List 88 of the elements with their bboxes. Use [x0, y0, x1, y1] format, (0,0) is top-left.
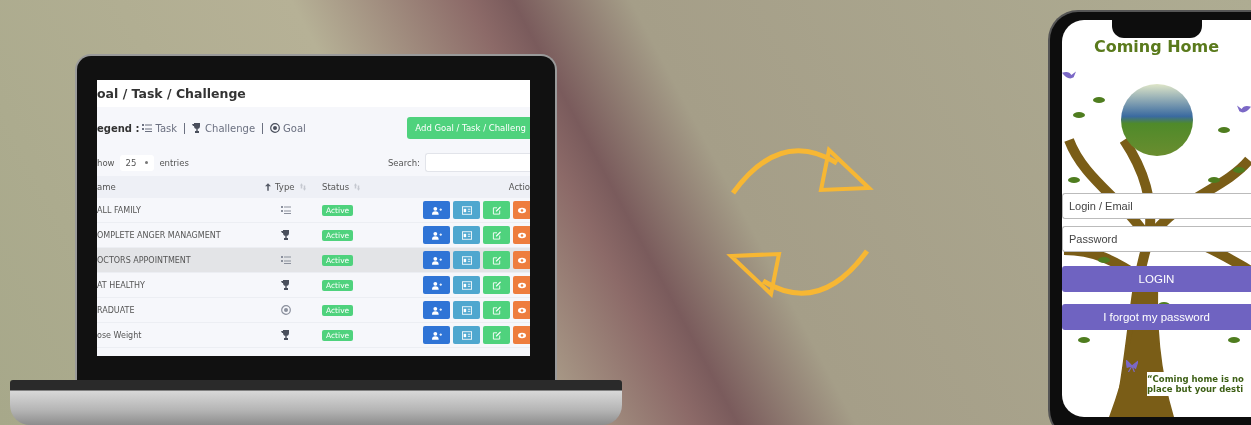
- column-header[interactable]: Type: [275, 182, 295, 192]
- trophy-icon: [281, 280, 291, 290]
- target-icon: [281, 305, 291, 315]
- edit-button[interactable]: [483, 201, 510, 219]
- table-cell: ose Weight: [97, 330, 142, 340]
- search-field[interactable]: [425, 153, 530, 172]
- edit-icon: [491, 305, 502, 315]
- butterfly-icon: [1126, 360, 1138, 372]
- list-icon: [281, 255, 291, 265]
- trophy-icon: [281, 230, 291, 240]
- id-card-icon: [461, 205, 472, 215]
- details-button[interactable]: [453, 301, 480, 319]
- legend-label: egend :: [97, 122, 140, 134]
- entries-label: entries: [159, 157, 189, 168]
- edit-icon: [491, 330, 502, 340]
- login-field[interactable]: Login / Email: [1062, 193, 1251, 219]
- id-card-icon: [461, 305, 472, 315]
- view-button[interactable]: [513, 251, 530, 269]
- table-cell: AT HEALTHY: [97, 280, 145, 290]
- id-card-icon: [461, 230, 472, 240]
- view-button[interactable]: [513, 301, 530, 319]
- id-card-icon: [461, 330, 472, 340]
- assign-button[interactable]: [423, 326, 450, 344]
- edit-icon: [491, 205, 502, 215]
- assign-button[interactable]: [423, 301, 450, 319]
- edit-icon: [491, 280, 502, 290]
- target-icon: [270, 123, 281, 133]
- list-icon: [142, 123, 153, 133]
- edit-icon: [491, 230, 502, 240]
- sort-icon[interactable]: [265, 183, 271, 191]
- eye-icon: [517, 280, 526, 290]
- page-title: oal / Task / Challenge: [97, 86, 246, 101]
- user-plus-icon: [431, 330, 442, 340]
- column-header[interactable]: ame: [97, 182, 116, 192]
- assign-button[interactable]: [423, 251, 450, 269]
- eye-icon: [517, 230, 526, 240]
- search-label: Search:: [387, 157, 420, 168]
- details-button[interactable]: [453, 226, 480, 244]
- password-field[interactable]: Password: [1062, 226, 1251, 252]
- eye-icon: [517, 205, 526, 215]
- view-button[interactable]: [513, 276, 530, 294]
- user-plus-icon: [431, 255, 442, 265]
- details-button[interactable]: [453, 251, 480, 269]
- assign-button[interactable]: [423, 226, 450, 244]
- legend-item: Goal: [283, 122, 306, 134]
- edit-button[interactable]: [483, 326, 510, 344]
- legend-item: Task: [155, 122, 178, 134]
- table-cell: RADUATE: [97, 305, 135, 315]
- eye-icon: [517, 255, 526, 265]
- edit-button[interactable]: [483, 301, 510, 319]
- edit-button[interactable]: [483, 251, 510, 269]
- legend-item: Challenge: [205, 122, 256, 134]
- quote-text: place but your desti: [1147, 384, 1245, 394]
- trophy-icon: [192, 123, 203, 133]
- table-cell: OCTORS APPOINTMENT: [97, 255, 191, 265]
- view-button[interactable]: [513, 226, 530, 244]
- bird-icon: [1062, 70, 1076, 80]
- user-plus-icon: [431, 230, 442, 240]
- assign-button[interactable]: [423, 276, 450, 294]
- id-card-icon: [461, 255, 472, 265]
- edit-button[interactable]: [483, 276, 510, 294]
- edit-button[interactable]: [483, 226, 510, 244]
- column-header[interactable]: Status: [322, 182, 350, 192]
- bird-icon: [1237, 104, 1251, 114]
- column-header[interactable]: Actio: [508, 182, 530, 192]
- user-plus-icon: [431, 205, 442, 215]
- page-size-select[interactable]: 25: [119, 154, 155, 171]
- eye-icon: [517, 305, 526, 315]
- details-button[interactable]: [453, 276, 480, 294]
- view-button[interactable]: [513, 326, 530, 344]
- list-icon: [281, 205, 291, 215]
- eye-icon: [517, 330, 526, 340]
- trophy-icon: [281, 330, 291, 340]
- user-plus-icon: [431, 280, 442, 290]
- quote-text: “Coming home is no: [1147, 374, 1245, 384]
- app-title: Coming Home: [1093, 37, 1220, 56]
- forgot-password-button[interactable]: I forgot my password: [1062, 304, 1251, 330]
- assign-button[interactable]: [423, 201, 450, 219]
- details-button[interactable]: [453, 326, 480, 344]
- user-plus-icon: [431, 305, 442, 315]
- table-cell: OMPLETE ANGER MANAGMENT: [97, 230, 221, 240]
- id-card-icon: [461, 280, 472, 290]
- edit-icon: [491, 255, 502, 265]
- details-button[interactable]: [453, 201, 480, 219]
- show-label: how: [97, 157, 115, 168]
- table-cell: ALL FAMILY: [97, 205, 141, 215]
- view-button[interactable]: [513, 201, 530, 219]
- login-button[interactable]: LOGIN: [1062, 266, 1251, 292]
